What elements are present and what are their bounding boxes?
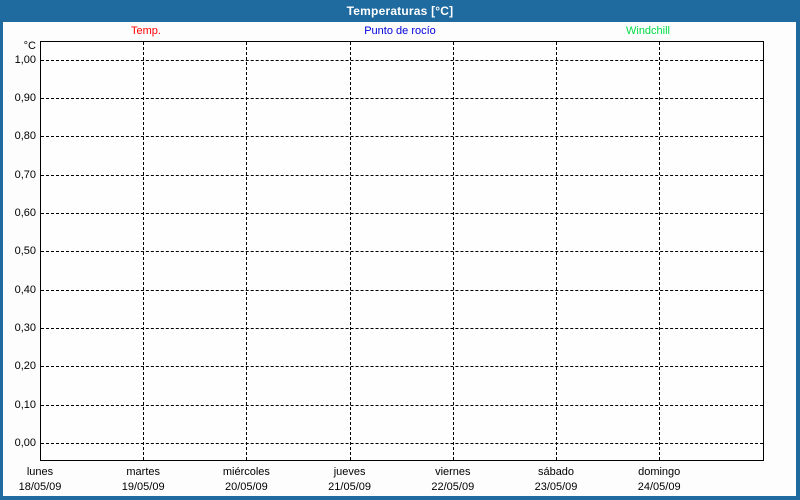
v-gridline <box>350 42 351 460</box>
x-date-label: 20/05/09 <box>224 481 268 493</box>
x-date-label: 21/05/09 <box>328 481 371 493</box>
y-tick-label: 0,90 <box>14 91 36 104</box>
x-date-label: 22/05/09 <box>431 481 475 493</box>
y-tick-label: 0,30 <box>14 321 36 334</box>
x-day-label: viernes <box>435 466 471 478</box>
h-gridline <box>41 366 763 368</box>
x-day-label: lunes <box>26 466 54 478</box>
h-gridline <box>41 289 763 291</box>
y-axis-unit-label: °C <box>23 40 36 52</box>
h-gridline <box>41 59 763 61</box>
x-day-label: jueves <box>333 466 366 478</box>
h-gridline <box>41 251 763 253</box>
y-tick-label: 0,10 <box>14 398 36 411</box>
x-date-label: 24/05/09 <box>637 481 681 493</box>
x-day-label: domingo <box>638 466 681 478</box>
chart-window: Temperaturas [°C] Temp. Punto de rocío W… <box>0 0 800 500</box>
y-tick-label: 0,40 <box>14 283 36 296</box>
v-gridline <box>659 42 660 460</box>
x-date-label: 18/05/09 <box>18 481 62 493</box>
v-gridline <box>453 42 454 460</box>
v-gridline <box>556 42 557 460</box>
y-tick-label: 0,20 <box>14 360 36 373</box>
x-date-label: 23/05/09 <box>534 481 578 493</box>
h-gridline <box>41 404 763 406</box>
plot-area <box>40 41 764 461</box>
y-tick-label: 0,00 <box>14 437 36 449</box>
y-tick-label: 0,50 <box>14 245 36 258</box>
legend-item-temp: Temp. <box>131 25 161 37</box>
y-tick-label: 0,80 <box>14 130 36 143</box>
v-gridline <box>246 42 247 460</box>
h-gridline <box>41 212 763 214</box>
legend-item-dew-point: Punto de rocío <box>364 25 436 37</box>
v-gridline <box>143 42 144 460</box>
legend-item-windchill: Windchill <box>625 25 671 37</box>
chart-stage: Temp. Punto de rocío Windchill °C 1,00 0,… <box>0 0 800 500</box>
y-tick-label: 1,00 <box>14 53 36 66</box>
h-gridline <box>41 443 763 444</box>
h-gridline <box>41 97 763 99</box>
y-tick-label: 0,70 <box>14 168 36 181</box>
x-day-label: miércoles <box>222 466 270 478</box>
x-day-label: sábado <box>537 466 575 478</box>
x-day-label: martes <box>126 466 160 478</box>
h-gridline <box>41 327 763 329</box>
y-tick-label: 0,60 <box>14 206 36 219</box>
h-gridline <box>41 174 763 176</box>
h-gridline <box>41 136 763 138</box>
x-date-label: 19/05/09 <box>121 481 165 493</box>
